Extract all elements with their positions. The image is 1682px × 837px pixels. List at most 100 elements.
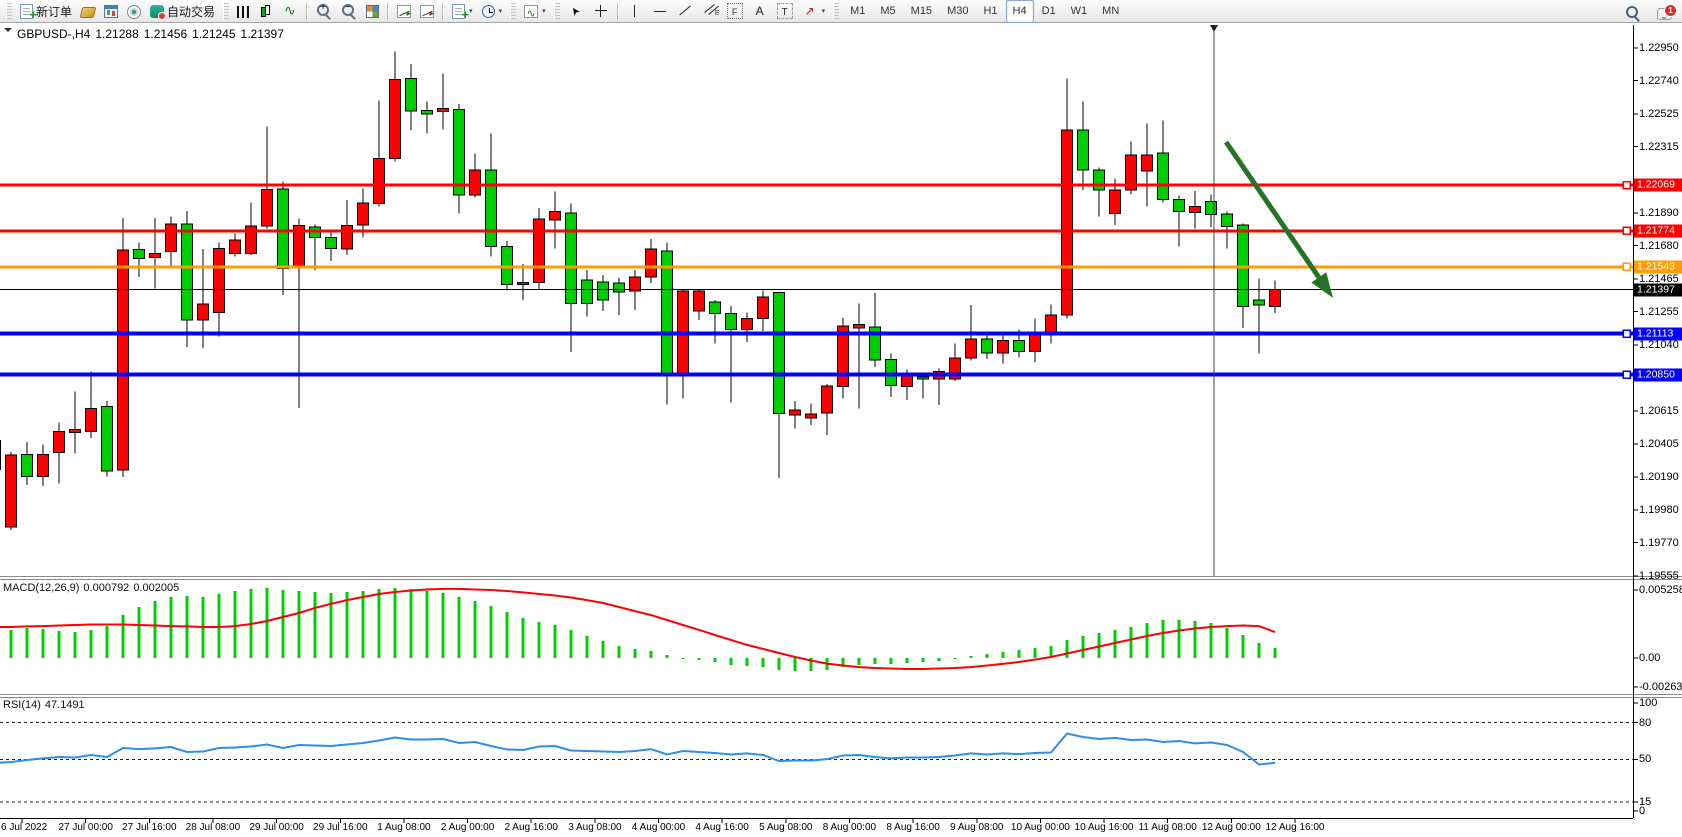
macd-bar — [138, 607, 141, 658]
macd-bar — [298, 591, 301, 658]
candle — [0, 441, 1, 470]
macd-bar — [682, 658, 685, 659]
text-label-button[interactable] — [773, 0, 797, 23]
hline-anchor — [1623, 182, 1630, 189]
zoom-out-button[interactable]: − — [337, 0, 361, 23]
candle — [214, 248, 225, 312]
timeframe-button-w1[interactable]: W1 — [1064, 0, 1095, 23]
bar-chart-button[interactable] — [233, 0, 254, 23]
hline-anchor — [1623, 330, 1630, 337]
crosshair-button[interactable] — [589, 0, 613, 23]
candle — [1110, 190, 1121, 213]
chevron-down-icon: ▾ — [542, 7, 546, 15]
candle — [886, 360, 897, 386]
timeframe-button-h4[interactable]: H4 — [1006, 0, 1034, 23]
macd-bar — [490, 606, 493, 658]
candle — [758, 297, 769, 319]
ohlc-open: 1.21288 — [95, 27, 138, 41]
candle — [358, 203, 369, 225]
candlestick-icon — [259, 3, 273, 19]
auto-scroll-icon — [397, 5, 411, 18]
candle — [1078, 130, 1089, 170]
candle — [374, 158, 385, 203]
navigator-icon — [127, 5, 141, 19]
toolbar-grip[interactable] — [510, 3, 516, 19]
candle — [534, 219, 545, 282]
timeframe-button-m15[interactable]: M15 — [904, 0, 939, 23]
toolbar-grip[interactable] — [223, 3, 229, 19]
profiles-button[interactable] — [77, 0, 99, 23]
text-button[interactable] — [748, 0, 772, 23]
timeframe-button-m5[interactable]: M5 — [873, 0, 902, 23]
candle — [118, 250, 129, 470]
autotrading-button-label: 自动交易 — [167, 3, 215, 20]
timeframe-button-mn[interactable]: MN — [1095, 0, 1126, 23]
chart-area[interactable] — [0, 0, 1682, 837]
macd-bar — [954, 658, 957, 659]
candle — [134, 249, 145, 258]
macd-bar — [922, 658, 925, 662]
trendline-button[interactable] — [673, 0, 697, 23]
toolbar-grip[interactable] — [833, 3, 839, 19]
toolbar-grip[interactable] — [6, 3, 12, 19]
candle — [774, 293, 785, 414]
candle — [614, 283, 625, 292]
macd-bar — [1082, 636, 1085, 658]
equidistant-channel-button[interactable] — [698, 0, 722, 23]
market-watch-button[interactable] — [100, 0, 122, 23]
candle — [1222, 214, 1233, 227]
line-chart-button[interactable] — [278, 0, 302, 23]
candle — [1142, 155, 1153, 171]
indicators-button[interactable]: ▾ — [520, 0, 550, 23]
macd-bar — [106, 626, 109, 658]
candle — [1014, 340, 1025, 351]
candle — [550, 212, 561, 220]
macd-bar — [650, 651, 653, 658]
symbol-period: GBPUSD-,H4 — [17, 27, 90, 41]
price-panel[interactable] — [0, 25, 1633, 576]
hline-anchor — [1623, 371, 1630, 378]
vertical-line-marker — [1210, 25, 1218, 32]
candle — [1046, 315, 1057, 333]
new-order-button[interactable]: 新订单 — [16, 0, 76, 23]
auto-scroll-button[interactable] — [393, 0, 415, 23]
zoom-in-button[interactable]: + — [312, 0, 336, 23]
macd-bar — [58, 631, 61, 658]
macd-bar — [266, 588, 269, 658]
timeframe-button-m30[interactable]: M30 — [940, 0, 975, 23]
chat-button[interactable]: 1 — [1653, 1, 1676, 24]
tile-windows-button[interactable] — [362, 0, 383, 23]
line-chart-icon — [282, 3, 298, 19]
candle — [1062, 130, 1073, 315]
periods-button[interactable]: ▾ — [478, 0, 507, 23]
timeframe-button-h1[interactable]: H1 — [976, 0, 1004, 23]
vertical-line-button[interactable] — [623, 0, 647, 23]
navigator-button[interactable] — [123, 0, 145, 23]
autotrading-button[interactable]: 自动交易 — [146, 0, 219, 23]
candle — [1270, 290, 1281, 307]
search-button[interactable] — [1621, 1, 1645, 24]
horizontal-line-button[interactable] — [648, 0, 672, 23]
macd-bar — [394, 588, 397, 658]
timeframe-button-m1[interactable]: M1 — [843, 0, 872, 23]
chart-shift-icon — [420, 5, 434, 18]
candle — [70, 429, 81, 432]
cursor-button[interactable] — [564, 0, 588, 23]
macd-bar — [378, 589, 381, 658]
toolbar-grip[interactable] — [554, 3, 560, 19]
candle — [470, 170, 481, 195]
macd-bar — [730, 658, 733, 665]
macd-bar — [10, 630, 13, 658]
candle — [518, 282, 529, 284]
macd-panel[interactable] — [0, 588, 1277, 671]
new-chart-button[interactable]: ▾ — [448, 0, 477, 23]
rsi-panel[interactable] — [0, 723, 1633, 802]
candlestick-chart-button[interactable] — [255, 0, 277, 23]
chart-shift-button[interactable] — [416, 0, 438, 23]
timeframe-button-d1[interactable]: D1 — [1035, 0, 1063, 23]
candle — [6, 455, 17, 527]
fibonacci-button[interactable] — [723, 0, 747, 23]
macd-bar — [1002, 652, 1005, 658]
arrows-button[interactable]: ▾ — [798, 0, 830, 23]
macd-bar — [1146, 623, 1149, 658]
